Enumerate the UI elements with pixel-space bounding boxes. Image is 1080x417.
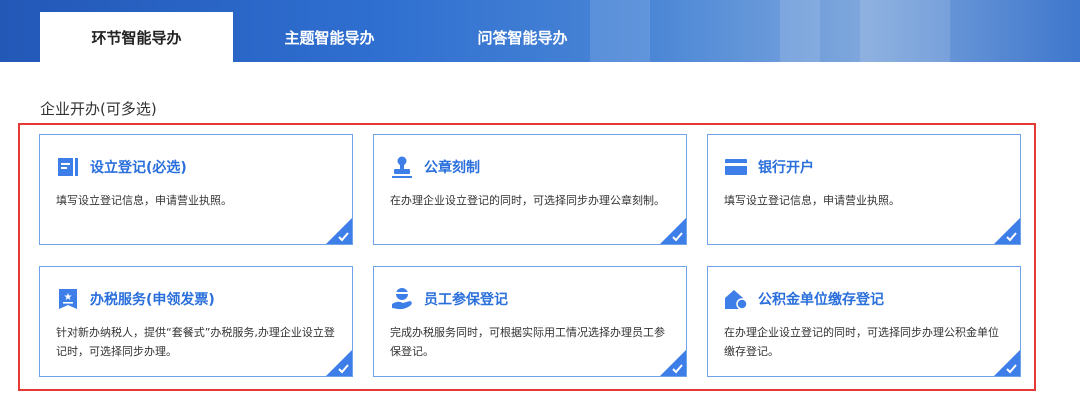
checkmark-icon xyxy=(994,350,1020,376)
section-title: 企业开办(可多选) xyxy=(40,100,157,118)
card-bank-account[interactable]: 银行开户 填写设立登记信息，申请营业执照。 xyxy=(707,134,1021,245)
employee-insurance-icon xyxy=(390,287,414,311)
banner-decoration xyxy=(780,0,820,62)
card-housing-fund[interactable]: 公积金单位缴存登记 在办理企业设立登记的同时，可选择同步办理公积金单位缴存登记。 xyxy=(707,266,1021,377)
checkmark-icon xyxy=(326,350,352,376)
checkmark-icon xyxy=(660,350,686,376)
card-employee-insurance[interactable]: 员工参保登记 完成办税服务同时，可根据实际用工情况选择办理员工参保登记。 xyxy=(373,266,687,377)
tab-stage-guide[interactable]: 环节智能导办 xyxy=(40,12,233,62)
tab-theme-guide[interactable]: 主题智能导办 xyxy=(233,12,426,62)
housing-fund-icon xyxy=(724,287,748,311)
card-seal-engraving[interactable]: 公章刻制 在办理企业设立登记的同时，可选择同步办理公章刻制。 xyxy=(373,134,687,245)
banner-decoration xyxy=(860,0,950,62)
card-description: 完成办税服务同时，可根据实际用工情况选择办理员工参保登记。 xyxy=(390,326,665,358)
card-description: 在办理企业设立登记的同时，可选择同步办理公积金单位缴存登记。 xyxy=(724,326,999,358)
card-title: 公积金单位缴存登记 xyxy=(758,292,884,308)
svg-text:★: ★ xyxy=(64,292,73,303)
checkmark-icon xyxy=(660,218,686,244)
form-icon xyxy=(56,155,80,179)
card-header: 设立登记(必选) xyxy=(56,155,187,179)
card-description: 填写设立登记信息，申请营业执照。 xyxy=(724,194,900,207)
card-description: 在办理企业设立登记的同时，可选择同步办理公章刻制。 xyxy=(390,194,665,207)
card-header: 公章刻制 xyxy=(390,155,480,179)
tab-qa-guide[interactable]: 问答智能导办 xyxy=(426,12,619,62)
checkmark-icon xyxy=(994,218,1020,244)
card-title: 公章刻制 xyxy=(424,160,480,176)
card-title: 员工参保登记 xyxy=(424,292,508,308)
card-tax-service[interactable]: ★ 办税服务(申领发票) 针对新办纳税人，提供“套餐式”办税服务,办理企业设立登… xyxy=(39,266,353,377)
card-registration[interactable]: 设立登记(必选) 填写设立登记信息，申请营业执照。 xyxy=(39,134,353,245)
card-header: 银行开户 xyxy=(724,155,814,179)
card-header: 公积金单位缴存登记 xyxy=(724,287,884,311)
card-title: 设立登记(必选) xyxy=(90,160,187,176)
bank-card-icon xyxy=(724,155,748,179)
card-title: 银行开户 xyxy=(758,160,814,176)
checkmark-icon xyxy=(326,218,352,244)
guide-tabs: 环节智能导办 主题智能导办 问答智能导办 xyxy=(40,12,619,62)
card-header: 员工参保登记 xyxy=(390,287,508,311)
card-description: 针对新办纳税人，提供“套餐式”办税服务,办理企业设立登记时，可选择同步办理。 xyxy=(56,326,335,358)
stamp-icon xyxy=(390,155,414,179)
card-title: 办税服务(申领发票) xyxy=(90,292,215,308)
tax-invoice-icon: ★ xyxy=(56,287,80,311)
card-header: ★ 办税服务(申领发票) xyxy=(56,287,215,311)
card-description: 填写设立登记信息，申请营业执照。 xyxy=(56,194,232,207)
